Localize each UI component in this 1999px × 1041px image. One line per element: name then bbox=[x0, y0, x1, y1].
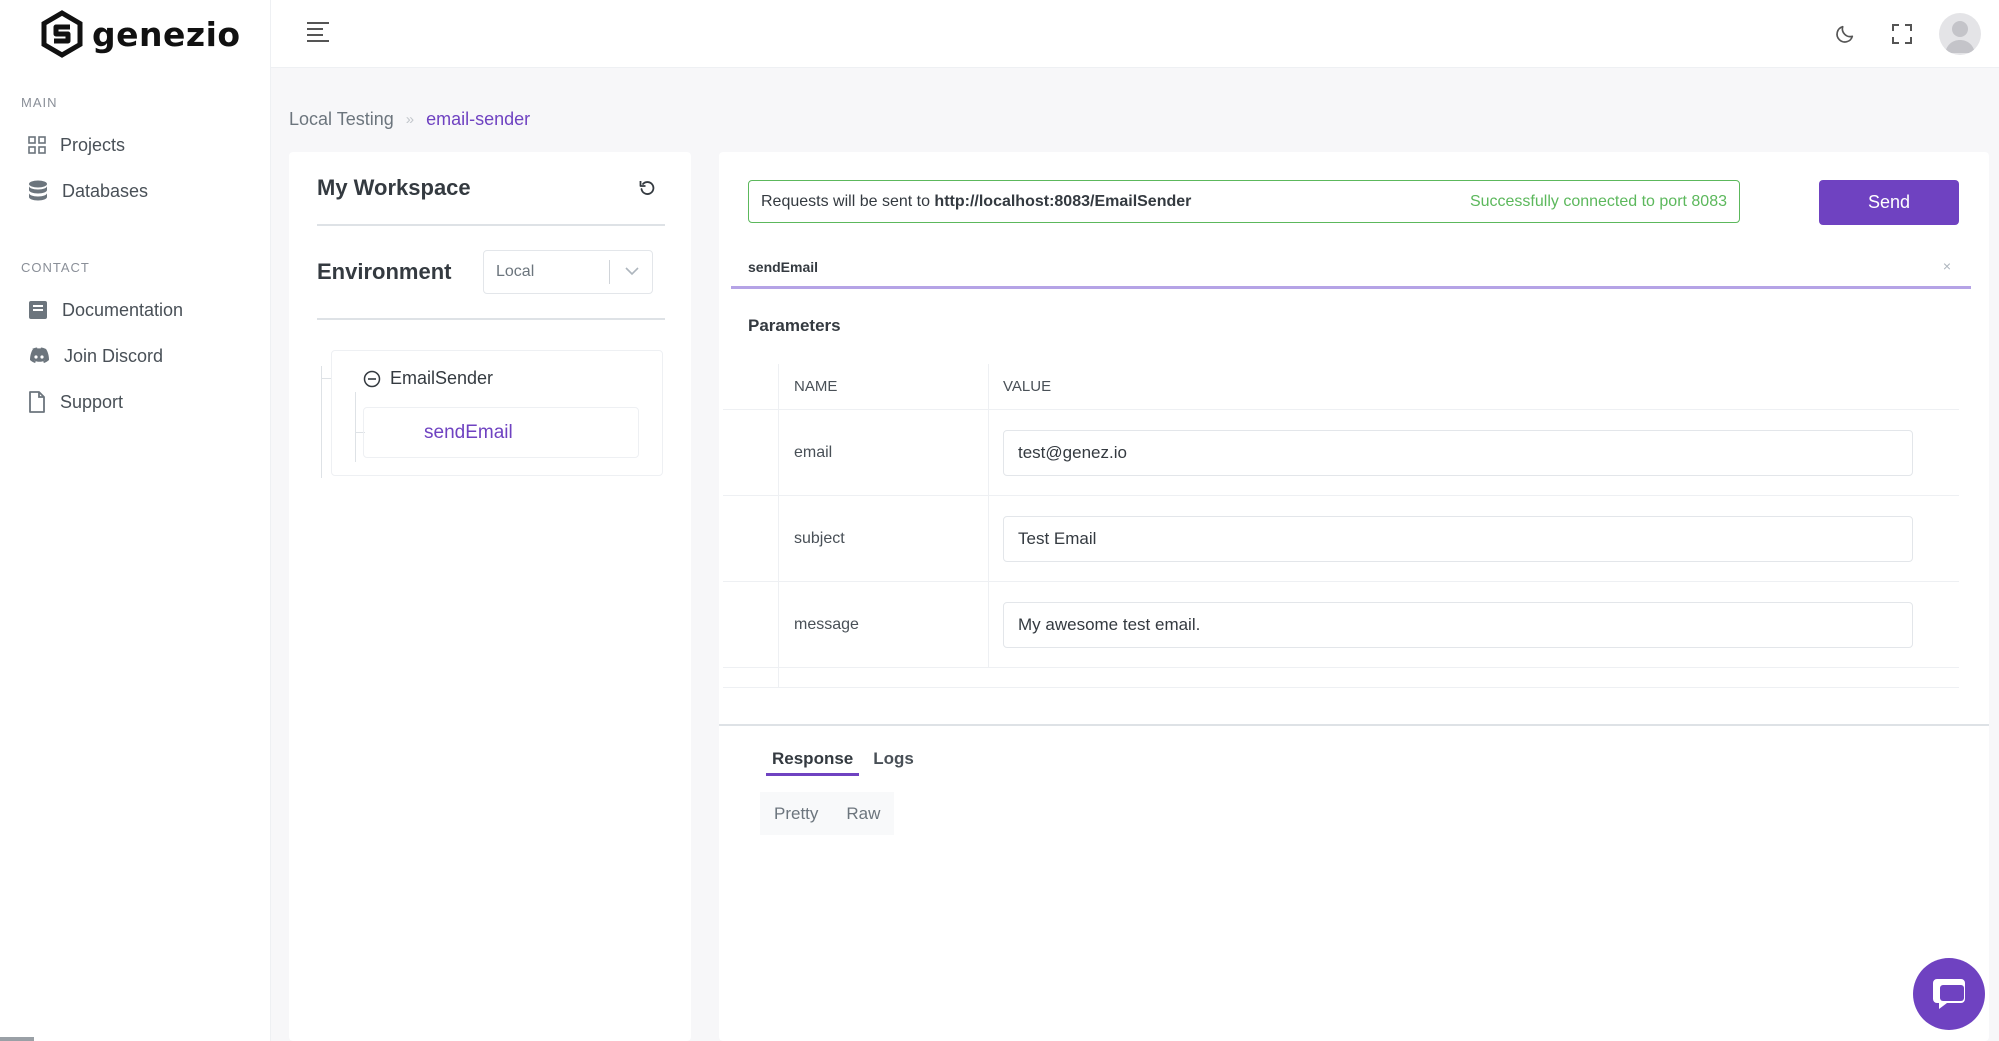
format-toggle: Pretty Raw bbox=[760, 792, 895, 835]
param-name: email bbox=[779, 410, 989, 495]
collapse-icon[interactable] bbox=[363, 370, 381, 388]
request-url-box: Requests will be sent to http://localhos… bbox=[748, 180, 1740, 223]
method-tab-label: sendEmail bbox=[748, 259, 819, 275]
user-avatar[interactable] bbox=[1939, 13, 1981, 55]
send-button[interactable]: Send bbox=[1819, 180, 1959, 225]
tree-node-label: EmailSender bbox=[390, 368, 494, 388]
sidebar-item-projects[interactable]: Projects bbox=[0, 122, 270, 168]
environment-value: Local bbox=[496, 263, 535, 280]
sidebar-item-discord[interactable]: Join Discord bbox=[0, 333, 270, 379]
format-raw-button[interactable]: Raw bbox=[832, 804, 894, 824]
close-icon[interactable]: × bbox=[1943, 258, 1951, 274]
table-row: message bbox=[723, 582, 1959, 668]
chevron-down-icon bbox=[625, 267, 639, 276]
menu-title-main: MAIN bbox=[21, 95, 58, 110]
sidebar-item-documentation[interactable]: Documentation bbox=[0, 287, 270, 333]
table-row: email bbox=[723, 410, 1959, 496]
breadcrumb: Local Testing » email-sender bbox=[289, 109, 530, 130]
tab-response[interactable]: Response bbox=[766, 749, 860, 776]
breadcrumb-current: email-sender bbox=[426, 109, 531, 129]
email-field[interactable] bbox=[1003, 429, 1913, 476]
tree-leaf-method[interactable]: sendEmail bbox=[363, 407, 639, 458]
sidebar-item-label: Support bbox=[60, 391, 124, 412]
chat-icon bbox=[1933, 979, 1965, 1009]
param-name: message bbox=[779, 582, 989, 667]
column-header-name: NAME bbox=[779, 364, 989, 409]
request-url: http://localhost:8083/EmailSender bbox=[934, 192, 1192, 210]
connection-status: Successfully connected to port 8083 bbox=[1469, 192, 1727, 210]
sidebar-item-support[interactable]: Support bbox=[0, 379, 270, 425]
sidebar: MAIN Projects Databases CONTACT Document… bbox=[0, 68, 271, 1041]
sidebar-item-label: Databases bbox=[62, 180, 149, 201]
workspace-title: My Workspace bbox=[317, 175, 471, 200]
sidebar-item-label: Documentation bbox=[62, 299, 184, 320]
tree-node-class[interactable]: EmailSender bbox=[363, 368, 493, 389]
book-icon bbox=[29, 301, 47, 319]
breadcrumb-parent[interactable]: Local Testing bbox=[289, 109, 394, 130]
chat-button[interactable] bbox=[1913, 958, 1985, 1030]
fullscreen-icon[interactable] bbox=[1882, 14, 1922, 54]
user-icon bbox=[1945, 21, 1975, 53]
subject-field[interactable] bbox=[1003, 515, 1913, 562]
format-pretty-button[interactable]: Pretty bbox=[760, 804, 832, 824]
dark-mode-toggle-icon[interactable] bbox=[1825, 14, 1865, 54]
database-icon bbox=[29, 180, 47, 201]
table-row: subject bbox=[723, 496, 1959, 582]
sidebar-item-label: Projects bbox=[60, 134, 126, 155]
section-divider bbox=[719, 724, 1989, 726]
parameters-title: Parameters bbox=[748, 316, 841, 335]
discord-icon bbox=[30, 347, 49, 363]
reload-icon[interactable] bbox=[639, 179, 657, 197]
menu-title-contact: CONTACT bbox=[21, 260, 90, 275]
menu-toggle-button[interactable] bbox=[307, 22, 329, 42]
message-field[interactable] bbox=[1003, 601, 1913, 648]
workspace-panel: My Workspace Environment Local EmailSend… bbox=[289, 152, 691, 1041]
grid-icon bbox=[28, 136, 46, 154]
tab-logs[interactable]: Logs bbox=[867, 749, 920, 776]
url-prefix: Requests will be sent to bbox=[761, 192, 935, 210]
file-icon bbox=[29, 391, 45, 413]
response-tabs: Response Logs bbox=[766, 749, 928, 776]
logo[interactable]: genezio bbox=[0, 0, 271, 68]
sidebar-item-label: Join Discord bbox=[64, 345, 164, 366]
genezio-logo-icon bbox=[41, 10, 83, 58]
parameters-table: NAME VALUE email subject message bbox=[723, 364, 1959, 688]
table-header: NAME VALUE bbox=[723, 364, 1959, 410]
request-panel: Requests will be sent to http://localhos… bbox=[719, 152, 1989, 1041]
column-header-value: VALUE bbox=[1003, 378, 1052, 395]
top-bar: genezio bbox=[0, 0, 1999, 68]
environment-select[interactable]: Local bbox=[483, 250, 653, 294]
environment-label: Environment bbox=[317, 259, 452, 284]
method-tab[interactable]: sendEmail × bbox=[731, 256, 1971, 289]
logo-text: genezio bbox=[92, 14, 241, 54]
breadcrumb-separator: » bbox=[405, 111, 415, 128]
sidebar-item-databases[interactable]: Databases bbox=[0, 168, 270, 214]
param-name: subject bbox=[779, 496, 989, 581]
